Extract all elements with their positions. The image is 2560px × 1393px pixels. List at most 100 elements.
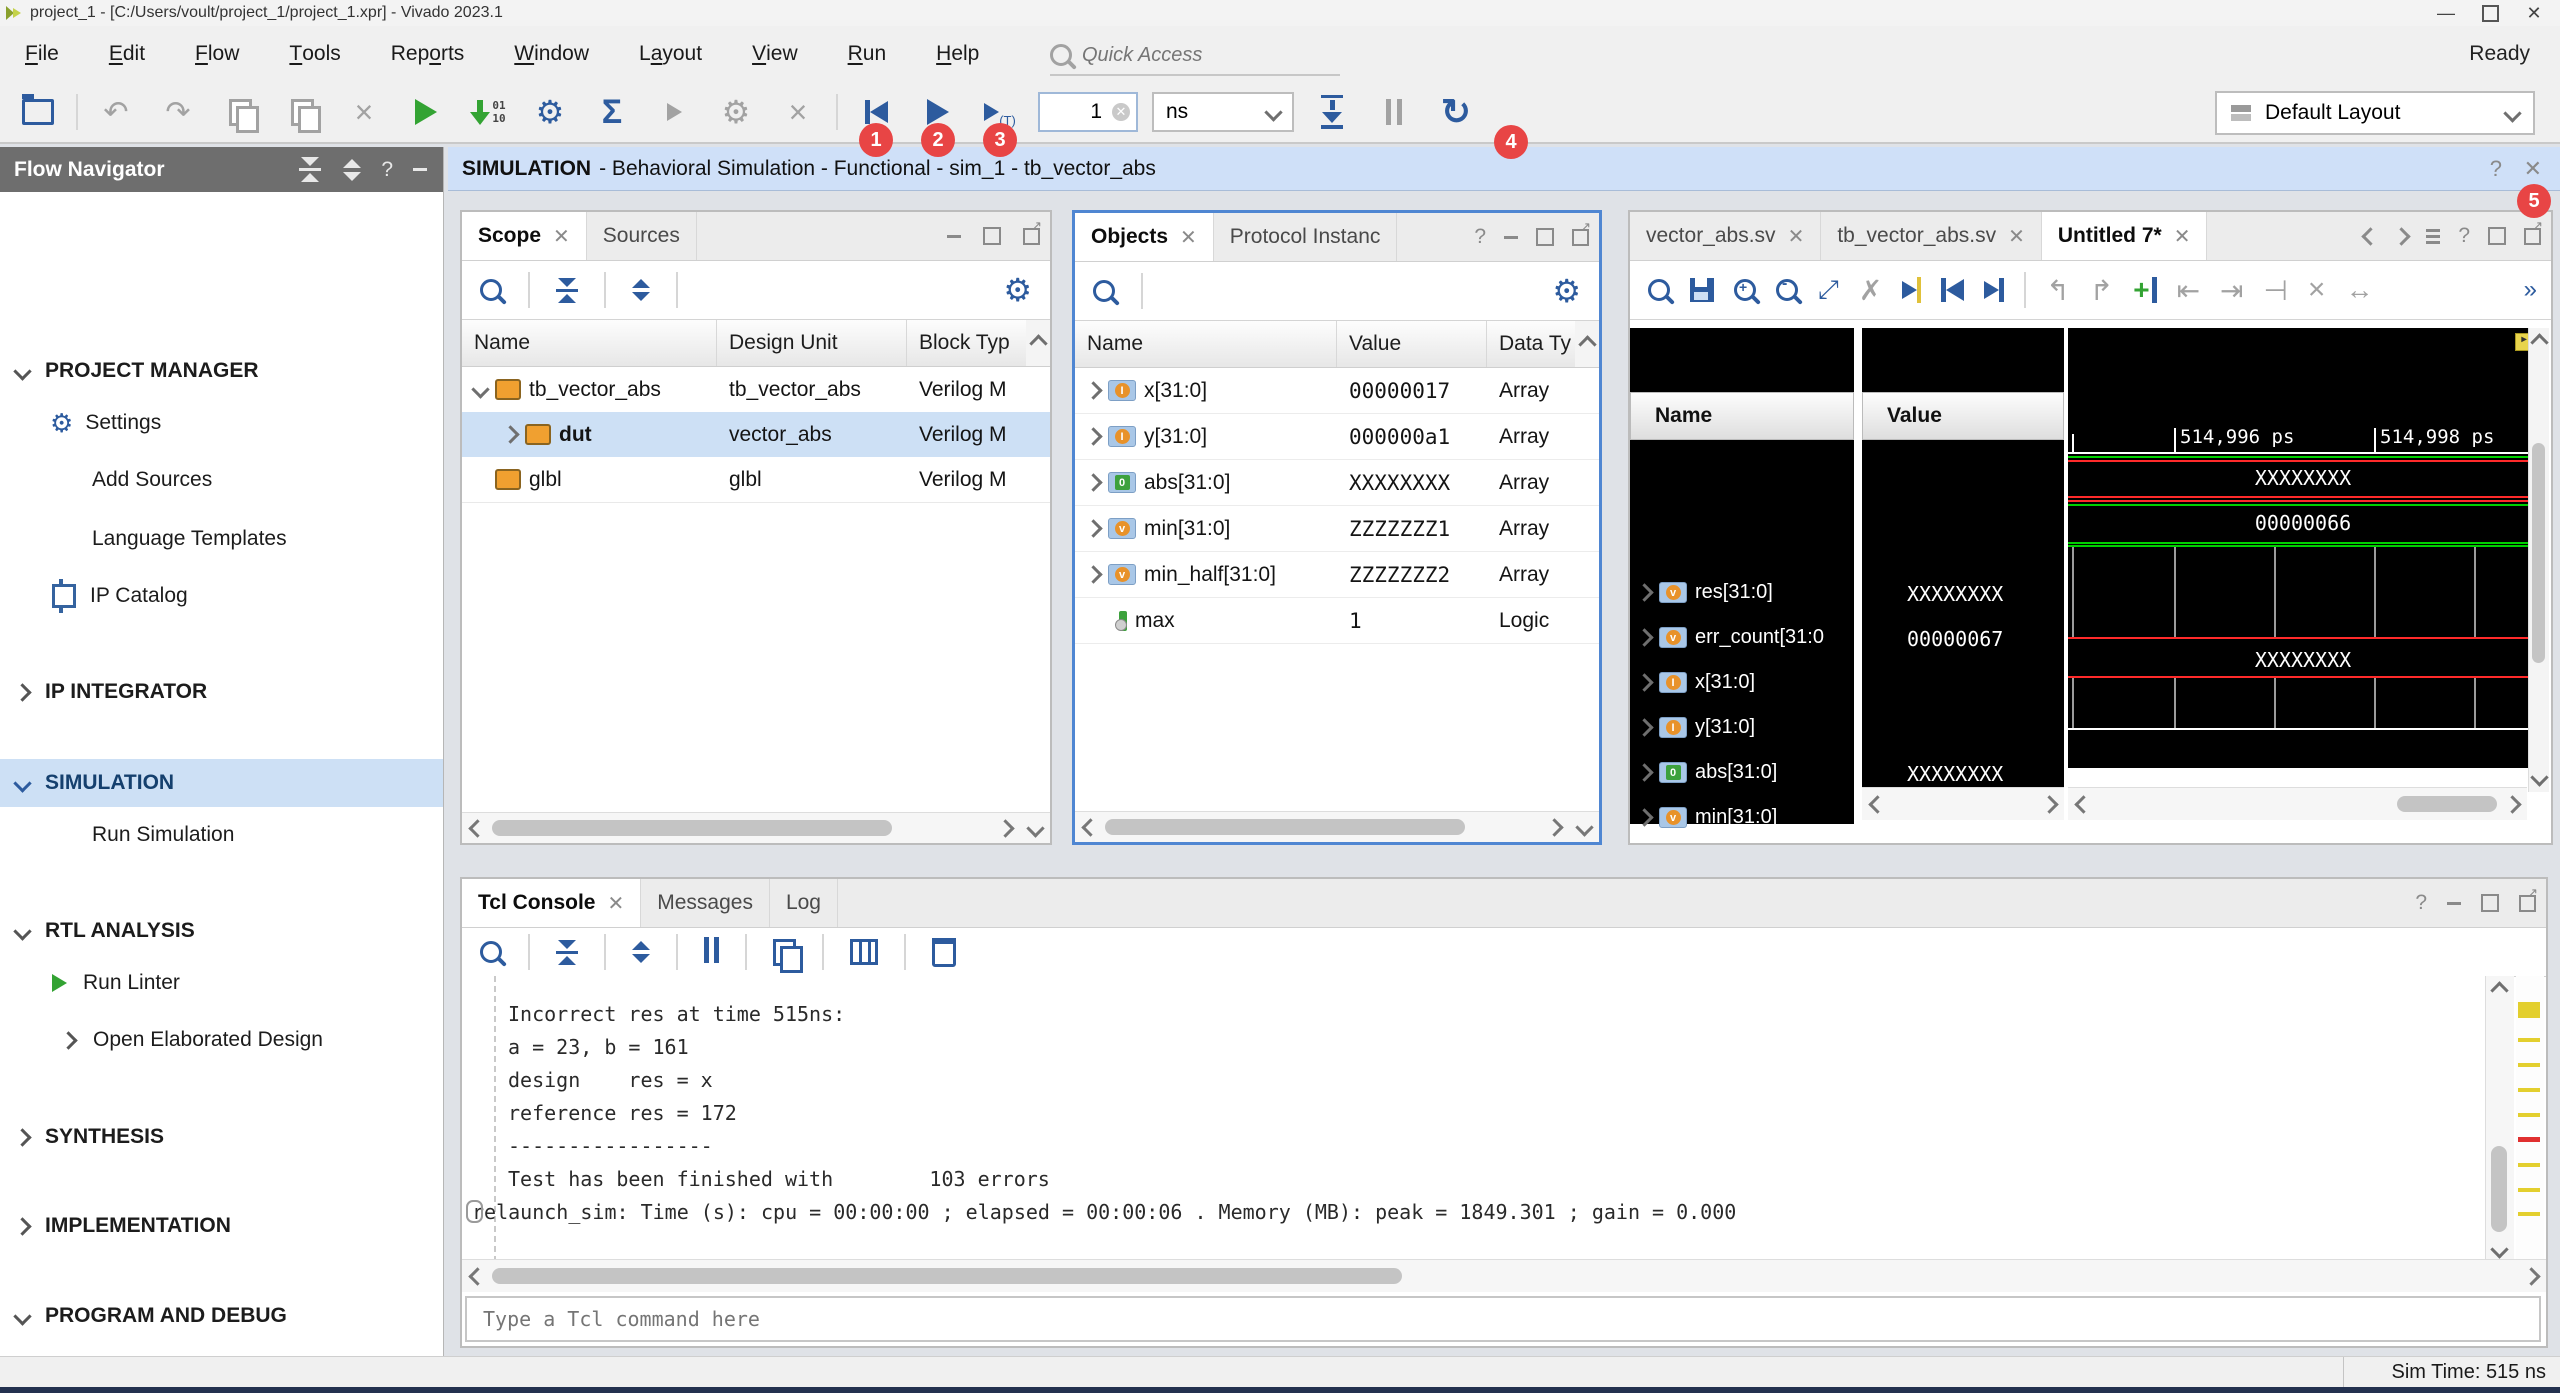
minimize-panel-icon[interactable] <box>413 168 427 171</box>
scroll-down-icon[interactable] <box>1026 819 1044 837</box>
copy-button[interactable] <box>216 88 264 136</box>
table-row[interactable]: Ix[31:0] 00000017 Array <box>1075 368 1599 414</box>
close-tab-icon[interactable]: ✕ <box>1788 224 1805 249</box>
open-project-button[interactable] <box>14 88 62 136</box>
menu-help[interactable]: Help <box>911 26 1004 82</box>
tab-messages[interactable]: Messages <box>641 879 770 927</box>
scroll-left-icon[interactable] <box>468 819 486 837</box>
generate-bitstream-button[interactable]: 0110 <box>464 88 512 136</box>
save-waveform-icon[interactable] <box>1690 278 1714 302</box>
table-row[interactable]: glbl glbl Verilog M <box>462 457 1050 503</box>
clear-time-icon[interactable]: ✕ <box>1112 103 1130 121</box>
scroll-left-icon[interactable] <box>1081 818 1099 836</box>
sidebar-item-open-elaborated-design[interactable]: Open Elaborated Design <box>0 1016 443 1064</box>
table-row-selected[interactable]: dut vector_abs Verilog M <box>462 412 1050 457</box>
column-block-type[interactable]: Block Typ <box>907 320 1026 366</box>
quick-access-input[interactable] <box>1080 43 1304 68</box>
tab-list-icon[interactable] <box>2426 229 2440 244</box>
scrollbar-thumb[interactable] <box>492 1268 1402 1284</box>
tab-scope[interactable]: Scope✕ <box>462 212 587 260</box>
table-row[interactable]: tb_vector_abs tb_vector_abs Verilog M <box>462 367 1050 412</box>
menu-layout[interactable]: Layout <box>614 26 727 82</box>
sidebar-section-program-and-debug[interactable]: PROGRAM AND DEBUG <box>0 1292 443 1340</box>
quick-access-search[interactable] <box>1050 36 1340 76</box>
scroll-left-icon[interactable] <box>2074 795 2092 813</box>
table-row[interactable]: Iy[31:0] 000000a1 Array <box>1075 414 1599 460</box>
scroll-up-icon[interactable] <box>2490 981 2508 999</box>
tab-protocol-instances[interactable]: Protocol Instanc <box>1214 213 1398 261</box>
warning-mark[interactable] <box>2518 1002 2540 1018</box>
expand-all-icon[interactable] <box>632 941 650 963</box>
console-output[interactable]: Incorrect res at time 515ns: a = 23, b =… <box>462 976 2486 1262</box>
collapse-all-icon[interactable] <box>556 940 578 965</box>
scroll-left-icon[interactable] <box>1868 795 1886 813</box>
previous-transition-icon[interactable] <box>1941 278 1964 302</box>
wave-signal-row[interactable]: vmin[31:0] <box>1630 795 1854 840</box>
wave-signal-row[interactable]: 0abs[31:0] <box>1630 750 1854 795</box>
wave-horizontal-scrollbar[interactable] <box>2068 787 2527 820</box>
scroll-down-icon[interactable] <box>2530 768 2548 786</box>
help-icon[interactable]: ? <box>2490 156 2502 182</box>
horizontal-scrollbar[interactable] <box>1075 811 1599 842</box>
jump-start-icon[interactable]: ⇤ <box>2177 274 2200 307</box>
swap-after-icon[interactable]: ↱ <box>2090 274 2113 307</box>
sidebar-section-project-manager[interactable]: PROJECT MANAGER <box>0 347 443 395</box>
warning-mark[interactable] <box>2518 1188 2540 1192</box>
expand-all-icon[interactable] <box>632 279 650 301</box>
next-transition-icon[interactable] <box>1984 278 2004 302</box>
menu-edit[interactable]: Edit <box>84 26 170 82</box>
menu-reports[interactable]: Reports <box>366 26 490 82</box>
sidebar-section-synthesis[interactable]: SYNTHESIS <box>0 1113 443 1161</box>
sidebar-item-language-templates[interactable]: Language Templates <box>0 515 443 563</box>
scrollbar-thumb[interactable] <box>1105 819 1465 835</box>
help-icon[interactable]: ? <box>381 158 393 182</box>
console-horizontal-scrollbar[interactable] <box>462 1259 2546 1292</box>
column-name[interactable]: Name <box>462 320 717 366</box>
wave-vertical-scrollbar[interactable] <box>2528 328 2549 792</box>
tab-objects[interactable]: Objects✕ <box>1075 213 1214 261</box>
step-button[interactable] <box>1308 88 1356 136</box>
layout-selector[interactable]: Default Layout <box>2215 91 2535 135</box>
help-icon[interactable]: ? <box>2415 891 2427 915</box>
tab-tcl-console[interactable]: Tcl Console✕ <box>462 879 641 927</box>
tab-untitled-7[interactable]: Untitled 7*✕ <box>2042 212 2208 260</box>
fit-width-icon[interactable]: ↔ <box>2345 274 2373 306</box>
warning-mark[interactable] <box>2518 1163 2540 1167</box>
add-marker-icon[interactable]: + <box>2133 274 2156 306</box>
table-row[interactable]: max 1 Logic <box>1075 598 1599 644</box>
more-tools-icon[interactable]: » <box>2524 276 2537 304</box>
close-tab-icon[interactable]: ✕ <box>607 891 624 916</box>
no-cursor-icon[interactable]: ✗ <box>1859 274 1882 307</box>
clear-console-icon[interactable] <box>932 938 956 967</box>
maximize-panel-icon[interactable] <box>2481 894 2499 912</box>
warning-mark[interactable] <box>2518 1038 2540 1042</box>
warning-mark[interactable] <box>2518 1212 2540 1216</box>
scroll-up-icon[interactable] <box>1578 335 1596 353</box>
scroll-right-icon[interactable] <box>996 819 1014 837</box>
wave-signal-row[interactable]: verr_count[31:0 <box>1630 615 1854 660</box>
copy-icon[interactable] <box>773 939 796 966</box>
menu-view[interactable]: View <box>727 26 823 82</box>
run-implementation-button-disabled[interactable]: ⚙ <box>712 88 760 136</box>
delete-icon[interactable]: × <box>2308 273 2326 307</box>
column-value[interactable]: Value <box>1337 321 1487 367</box>
float-panel-icon[interactable] <box>1023 228 1040 245</box>
close-tab-icon[interactable]: ✕ <box>553 224 570 249</box>
remove-marker-icon[interactable]: ⊣ <box>2264 274 2288 307</box>
scrollbar-thumb[interactable] <box>492 820 892 836</box>
float-panel-icon[interactable] <box>2524 228 2541 245</box>
columns-icon[interactable] <box>850 939 878 965</box>
sidebar-item-add-sources[interactable]: Add Sources <box>0 456 443 504</box>
wave-signal-row[interactable]: Ix[31:0] <box>1630 660 1854 705</box>
sidebar-section-rtl-analysis[interactable]: RTL ANALYSIS <box>0 907 443 955</box>
minimize-panel-icon[interactable] <box>947 235 961 238</box>
run-synthesis-button-disabled[interactable] <box>650 88 698 136</box>
tab-sources[interactable]: Sources <box>587 212 697 260</box>
help-icon[interactable]: ? <box>2458 224 2470 248</box>
search-icon[interactable] <box>480 279 502 301</box>
scrollbar-thumb[interactable] <box>2532 443 2545 663</box>
undo-button[interactable]: ↶ <box>92 88 140 136</box>
warning-mark[interactable] <box>2518 1063 2540 1067</box>
pause-output-icon[interactable] <box>704 937 719 968</box>
maximize-panel-icon[interactable] <box>983 227 1001 245</box>
